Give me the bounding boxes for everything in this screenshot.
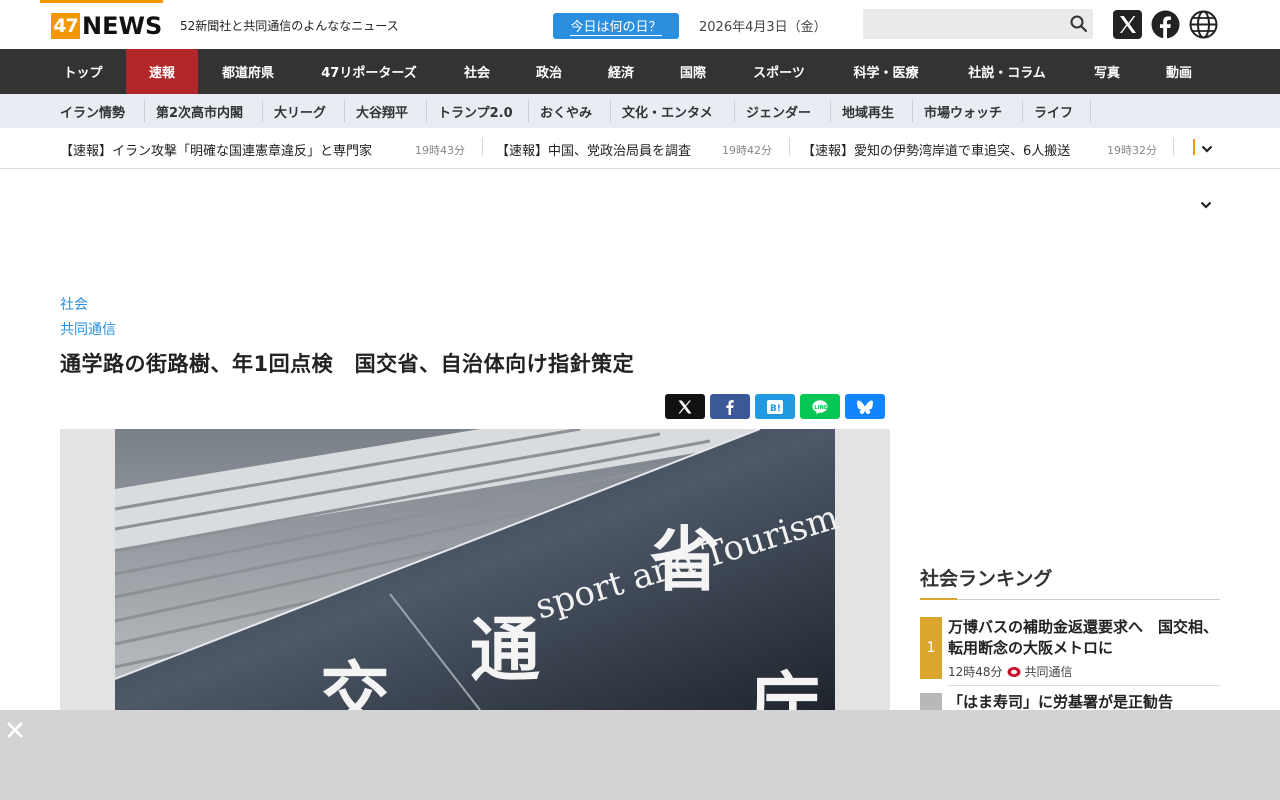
ranking-item-time: 12時48分 <box>948 665 1003 679</box>
facebook-icon <box>726 399 734 415</box>
subnav-item[interactable]: おくやみ <box>540 94 592 128</box>
ranking-item-divider <box>948 685 1220 686</box>
ranking-item-meta: 12時48分 共同通信 <box>948 663 1073 680</box>
rank-number-badge: 1 <box>920 617 942 679</box>
line-icon: LINE <box>812 399 828 414</box>
subnav-divider <box>734 100 735 122</box>
main-nav: トップ 速報 都道府県 47リポーターズ 社会 政治 経済 国際 スポーツ 科学… <box>0 49 1280 94</box>
ticker-time: 19時42分 <box>722 144 772 157</box>
svg-text:LINE: LINE <box>814 404 828 410</box>
share-x-button[interactable] <box>665 394 705 419</box>
subnav-item[interactable]: 第2次高市内閣 <box>156 94 243 128</box>
subnav-item[interactable]: ジェンダー <box>746 94 811 128</box>
nav-science-medical[interactable]: 科学・医療 <box>836 49 936 94</box>
ranking-title: 社会ランキング <box>920 568 1053 590</box>
current-date: 2026年4月3日（金） <box>699 20 827 35</box>
close-icon[interactable] <box>5 720 25 740</box>
nav-politics[interactable]: 政治 <box>519 49 579 94</box>
ranking-accent-line <box>920 598 957 600</box>
subnav-divider <box>912 100 913 122</box>
breaking-news-ticker: 【速報】イラン攻撃「明確な国連憲章違反」と専門家 19時43分 【速報】中国、党… <box>0 128 1280 169</box>
ticker-divider <box>482 138 483 156</box>
subnav-divider <box>262 100 263 122</box>
ticker-divider <box>1173 138 1174 156</box>
share-line-button[interactable]: LINE <box>800 394 840 419</box>
bottom-ad-overlay <box>0 710 1280 800</box>
share-facebook-button[interactable] <box>710 394 750 419</box>
ranking-item-title[interactable]: 万博バスの補助金返還要求へ 国交相、転用断念の大阪メトロに <box>948 617 1218 659</box>
subnav-divider <box>610 100 611 122</box>
svg-text:省: 省 <box>650 518 720 601</box>
nav-videos[interactable]: 動画 <box>1151 49 1207 94</box>
site-tagline: 52新聞社と共同通信のよんななニュース <box>180 19 399 33</box>
subnav-item[interactable]: トランプ2.0 <box>438 94 513 128</box>
subnav-divider <box>528 100 529 122</box>
ranking-item-source: 共同通信 <box>1024 665 1073 679</box>
ticker-headline[interactable]: 【速報】イラン攻撃「明確な国連憲章違反」と専門家 <box>60 140 372 159</box>
hatena-bookmark-icon: B! <box>767 399 783 414</box>
ministry-sign-photo: sport and Tourism 省 通 交 庁 <box>114 429 843 710</box>
svg-text:通: 通 <box>470 608 540 691</box>
nav-editorial-column[interactable]: 社説・コラム <box>951 49 1063 94</box>
ticker-time: 19時43分 <box>415 144 465 157</box>
svg-text:庁: 庁 <box>750 663 820 710</box>
ranking-divider <box>920 599 1220 600</box>
site-logo[interactable]: 47 NEWS <box>51 12 163 40</box>
subnav-item[interactable]: イラン情勢 <box>60 94 125 128</box>
ticker-time: 19時32分 <box>1107 144 1157 157</box>
x-icon <box>678 400 692 413</box>
topic-subnav: イラン情勢 第2次高市内閣 大リーグ 大谷翔平 トランプ2.0 おくやみ 文化・… <box>0 94 1280 209</box>
nav-breaking[interactable]: 速報 <box>126 49 198 94</box>
share-hatena-button[interactable]: B! <box>755 394 795 419</box>
nav-top[interactable]: トップ <box>45 49 121 94</box>
nav-prefectures[interactable]: 都道府県 <box>205 49 291 94</box>
nav-international[interactable]: 国際 <box>663 49 723 94</box>
article-category-link[interactable]: 社会 <box>60 294 88 314</box>
today-in-history-button[interactable]: 今日は何の日？ <box>553 13 679 39</box>
nav-economy[interactable]: 経済 <box>591 49 651 94</box>
article-source-link[interactable]: 共同通信 <box>60 319 116 339</box>
ticker-divider <box>789 138 790 156</box>
subnav-divider <box>1022 100 1023 122</box>
svg-text:B!: B! <box>770 404 781 414</box>
subnav-item[interactable]: 地域再生 <box>842 94 894 128</box>
article-headline: 通学路の街路樹、年1回点検 国交省、自治体向け指針策定 <box>60 352 635 376</box>
ticker-headline[interactable]: 【速報】愛知の伊勢湾岸道で車追突、6人搬送 <box>802 140 1070 159</box>
ticker-headline[interactable]: 【速報】中国、党政治局員を調査 <box>496 140 691 159</box>
nav-47reporters[interactable]: 47リポーターズ <box>305 49 433 94</box>
logo-word: NEWS <box>82 12 163 40</box>
logo-number: 47 <box>51 13 80 39</box>
today-label: 今日は何の日？ <box>570 16 662 36</box>
kyodo-logo-icon <box>1007 666 1021 677</box>
nav-society[interactable]: 社会 <box>447 49 507 94</box>
svg-text:交: 交 <box>320 653 390 710</box>
nav-sports[interactable]: スポーツ <box>739 49 819 94</box>
bluesky-icon <box>857 400 873 414</box>
nav-photos[interactable]: 写真 <box>1079 49 1135 94</box>
globe-icon[interactable] <box>1189 10 1218 39</box>
article-photo[interactable]: sport and Tourism 省 通 交 庁 <box>60 429 890 710</box>
rank-number-badge <box>920 693 942 710</box>
subnav-divider <box>144 100 145 122</box>
subnav-divider <box>1090 100 1091 122</box>
x-icon[interactable] <box>1113 10 1142 39</box>
subnav-item[interactable]: 市場ウォッチ <box>924 94 1002 128</box>
ticker-more-marker <box>1193 139 1195 155</box>
search-icon[interactable] <box>1069 14 1089 34</box>
logo-accent-bar <box>40 0 163 3</box>
facebook-icon[interactable] <box>1151 10 1180 39</box>
subnav-item[interactable]: 文化・エンタメ <box>622 94 713 128</box>
subnav-item[interactable]: 大リーグ <box>274 94 326 128</box>
subnav-item[interactable]: ライフ <box>1034 94 1073 128</box>
subnav-divider <box>426 100 427 122</box>
site-header: 47 NEWS 52新聞社と共同通信のよんななニュース 今日は何の日？ 2026… <box>0 0 1280 49</box>
subnav-divider <box>344 100 345 122</box>
share-bluesky-button[interactable] <box>845 394 885 419</box>
chevron-down-icon[interactable] <box>1199 198 1213 212</box>
chevron-down-icon[interactable] <box>1200 142 1214 156</box>
subnav-divider <box>830 100 831 122</box>
search-input[interactable] <box>863 9 1093 39</box>
subnav-item[interactable]: 大谷翔平 <box>356 94 408 128</box>
